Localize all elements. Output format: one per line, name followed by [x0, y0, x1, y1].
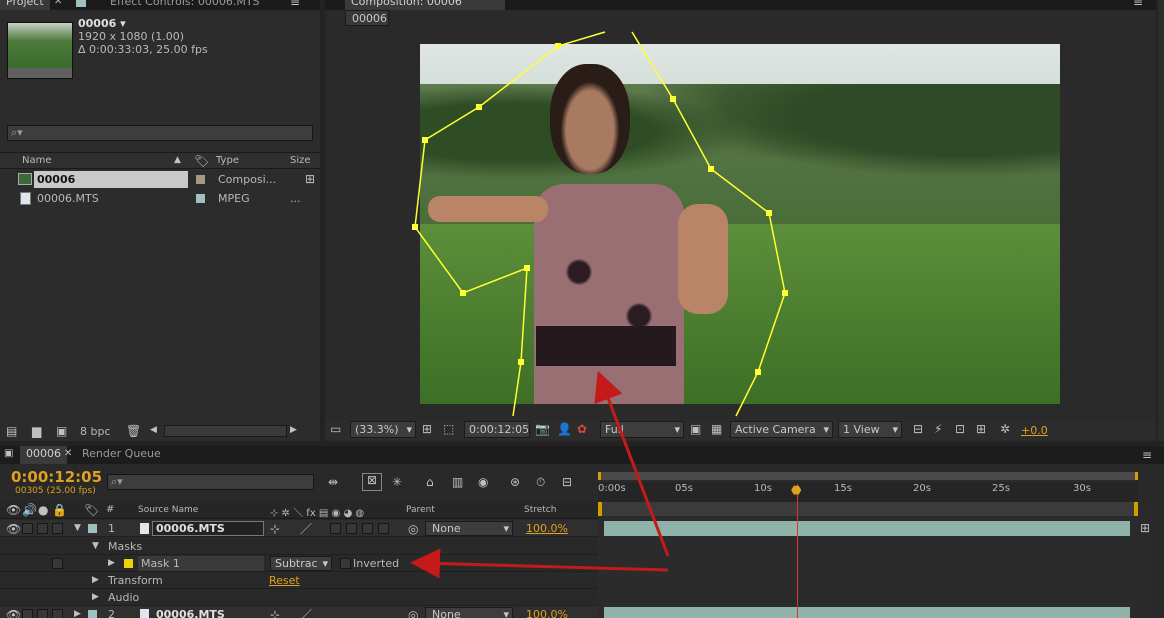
- annotation-arrow: [594, 370, 670, 557]
- annotation-overlay: [410, 370, 670, 579]
- annotation-arrow: [410, 548, 669, 579]
